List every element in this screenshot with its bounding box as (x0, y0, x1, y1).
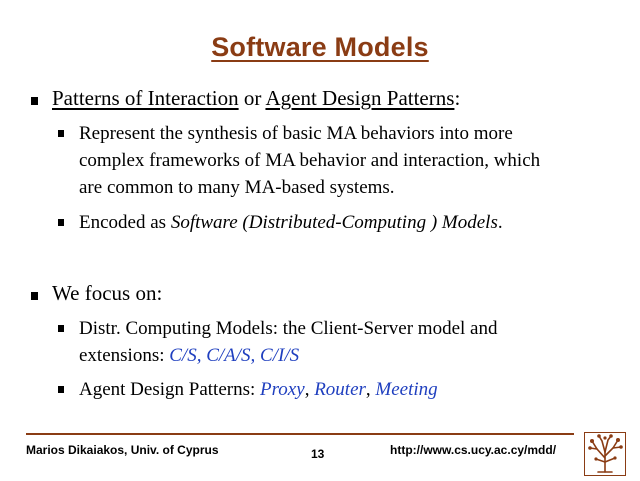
separator-text: , (365, 379, 376, 400)
subbullet-1-2-prefix: Encoded as (79, 212, 171, 233)
subbullet-2-1-line-1: Distr. Computing Models: the Client-Serv… (79, 318, 498, 339)
agent-design-patterns-text: Agent Design Patterns (265, 86, 455, 110)
bullet-2-text: We focus on: (52, 281, 163, 305)
subbullet-marker (58, 130, 64, 137)
subbullet-2-1-line-2: extensions: C/S, C/A/S, C/I/S (79, 342, 619, 369)
subbullet-1-1-line-1: Represent the synthesis of basic MA beha… (79, 123, 513, 144)
bullet-1-text: Patterns of Interaction or Agent Design … (52, 86, 460, 111)
agent-patterns-prefix: Agent Design Patterns: (79, 379, 261, 400)
subbullet-1-2: Encoded as Software (Distributed-Computi… (79, 209, 619, 236)
separator-text: , (304, 379, 315, 400)
bullet-marker (31, 97, 38, 105)
subbullet-2-2: Agent Design Patterns: Proxy, Router, Me… (79, 376, 619, 403)
subbullet-1-1-line-2: complex frameworks of MA behavior and in… (79, 150, 541, 171)
footer-page-number: 13 (311, 447, 325, 461)
subbullet-marker (58, 219, 64, 226)
subbullet-marker (58, 386, 64, 393)
pattern-meeting: Meeting (375, 379, 438, 400)
subbullet-1-1: Represent the synthesis of basic MA beha… (79, 120, 619, 201)
connector-text: or (238, 86, 266, 110)
pattern-proxy: Proxy (260, 379, 305, 400)
slide-title: Software Models (211, 32, 429, 62)
footer-author: Marios Dikaiakos, Univ. of Cyprus (26, 443, 219, 457)
tree-logo-icon (584, 432, 626, 476)
subbullet-1-1-line-3: are common to many MA-based systems. (79, 177, 395, 198)
patterns-of-interaction-text: Patterns of Interaction (52, 86, 239, 110)
footer-divider (26, 433, 574, 435)
subbullet-2-1: Distr. Computing Models: the Client-Serv… (79, 315, 619, 369)
bullet-marker (31, 292, 38, 300)
pattern-router: Router (314, 379, 366, 400)
colon-text: : (454, 86, 461, 110)
subbullet-1-2-suffix: . (497, 212, 503, 233)
footer-url: http://www.cs.ucy.ac.cy/mdd/ (390, 443, 557, 457)
subbullet-1-2-italic: Software (Distributed-Computing ) Models (170, 212, 498, 233)
subbullet-marker (58, 325, 64, 332)
extensions-list: C/S, C/A/S, C/I/S (169, 345, 300, 366)
extensions-prefix: extensions: (79, 345, 170, 366)
